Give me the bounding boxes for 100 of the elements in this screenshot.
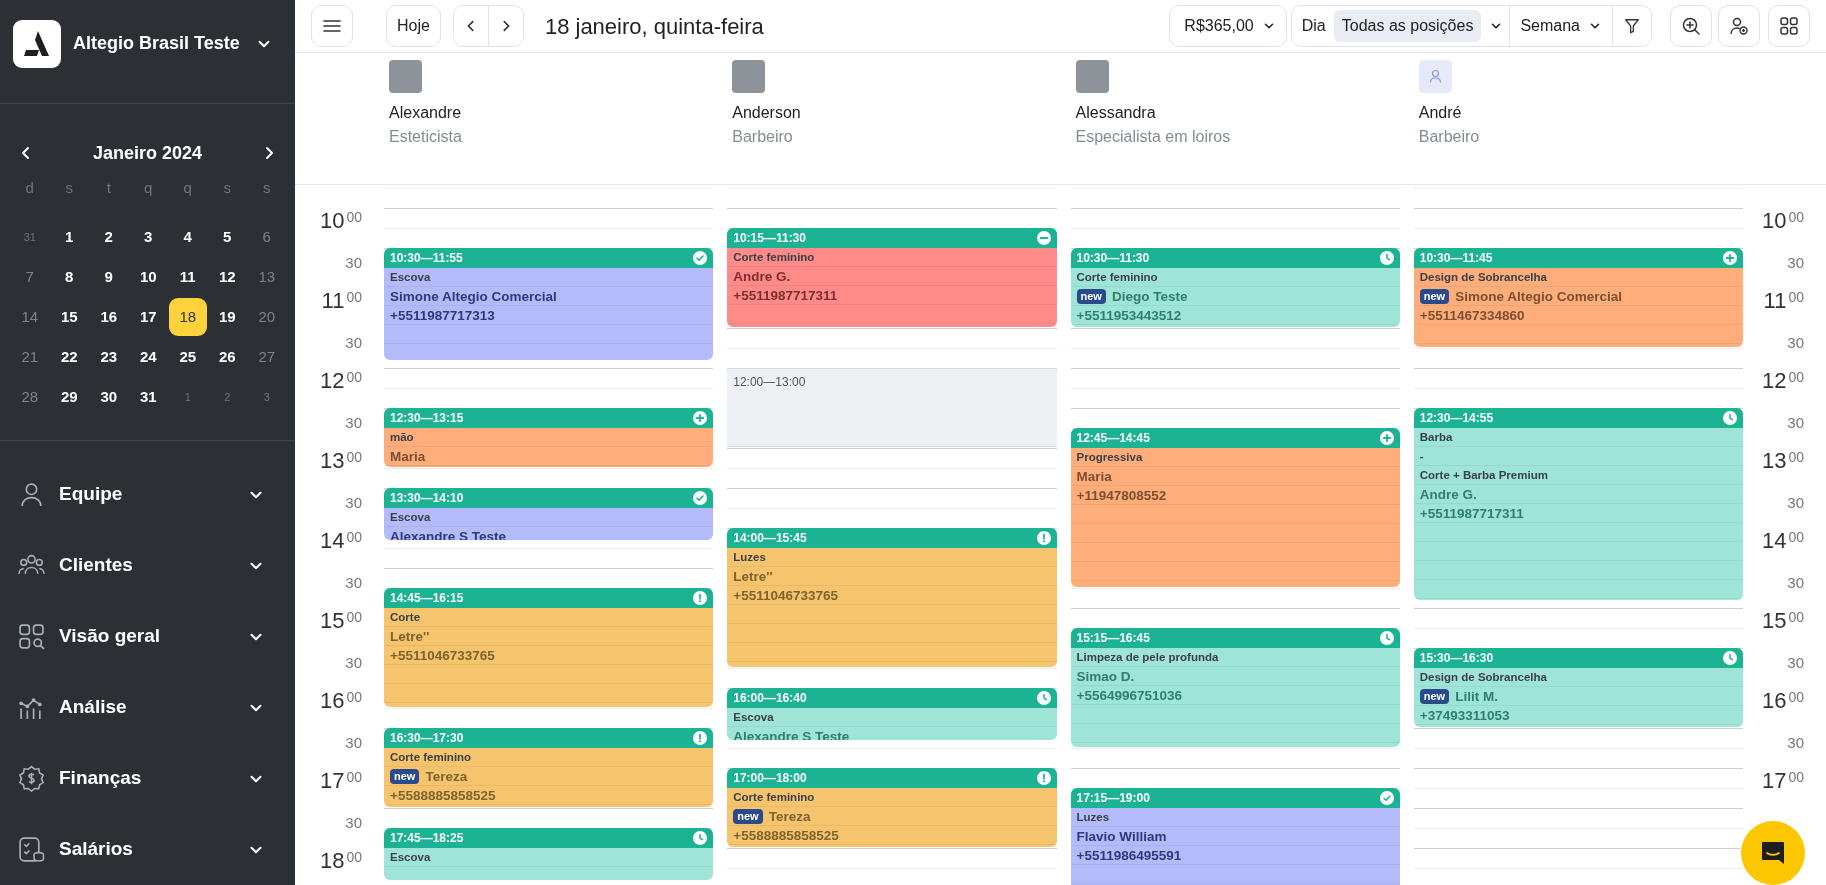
- appointment-card[interactable]: 14:45—16:15 Corte Letre'' +5511046733765: [384, 588, 714, 707]
- client-name: Letre'': [390, 628, 430, 646]
- calendar-day[interactable]: 23: [89, 338, 128, 376]
- calendar-day[interactable]: 17: [129, 298, 168, 336]
- revenue-dropdown[interactable]: R$365,00: [1169, 5, 1287, 47]
- calendar-day[interactable]: 3: [129, 218, 168, 256]
- nav-item[interactable]: Finanças: [0, 743, 295, 814]
- calendar-day[interactable]: 15: [50, 298, 89, 336]
- calendar-day[interactable]: 16: [89, 298, 128, 336]
- nav-item[interactable]: Equipe: [0, 459, 295, 530]
- client-name: Maria: [390, 448, 426, 466]
- client-name: Alexandre S Teste: [390, 528, 507, 541]
- weekday-label: s: [263, 179, 271, 196]
- hour-label: 14: [1761, 530, 1787, 552]
- weekday-label: t: [106, 179, 111, 196]
- appointment-time: 13:30—14:10: [390, 490, 464, 507]
- calendar-day[interactable]: 22: [50, 338, 89, 376]
- logo-icon: [13, 19, 61, 68]
- service-name: -: [1419, 449, 1424, 464]
- calendar-day[interactable]: 12: [208, 258, 247, 296]
- appointment-time: 10:30—11:45: [1419, 250, 1493, 267]
- calendar-day[interactable]: 9: [89, 258, 128, 296]
- client-phone: +37493311053: [1419, 707, 1510, 725]
- service-name: Design de Sobrancelha: [1419, 270, 1547, 285]
- calendar-day[interactable]: 30: [89, 378, 128, 416]
- client-phone: +5511046733765: [733, 587, 838, 605]
- position-filter[interactable]: Todas as posições: [1333, 10, 1482, 42]
- appointment-card[interactable]: 12:45—14:45 Progressiva Maria +11947808552: [1070, 428, 1400, 587]
- calendar-day[interactable]: 4: [168, 218, 207, 256]
- service-name: Escova: [733, 710, 774, 725]
- appointment-card[interactable]: 10:30—11:45 Design de Sobrancelha new Simone Altegio Comercial +5511467334860: [1413, 248, 1743, 347]
- calendar-day[interactable]: 2: [89, 218, 128, 256]
- appointment-card[interactable]: 17:15—19:00 Luzes Flavio William +5511986495591: [1070, 788, 1400, 885]
- nav-item-label: Clientes: [59, 553, 134, 578]
- service-name: Corte + Barba Premium: [1419, 468, 1548, 483]
- appointment-card[interactable]: 14:00—15:45 Luzes Letre'' +5511046733765: [727, 528, 1057, 667]
- client-phone: +11947808552: [1076, 487, 1167, 505]
- today-button[interactable]: Hoje: [386, 5, 441, 47]
- menu-button[interactable]: [311, 5, 353, 47]
- filter-icon: [1623, 17, 1641, 35]
- calendar-day[interactable]: 20: [247, 298, 286, 336]
- client-name: Maria: [1076, 468, 1112, 486]
- minute-label: 30: [345, 574, 362, 592]
- appointment-card[interactable]: 13:30—14:10 Escova Alexandre S Teste: [384, 488, 714, 541]
- nav-item[interactable]: Análise: [0, 672, 295, 743]
- hour-label: 12: [1761, 370, 1787, 392]
- calendar-day[interactable]: 5: [208, 218, 247, 256]
- calendar-day[interactable]: 21: [10, 338, 49, 376]
- client-name: Simao D.: [1076, 668, 1135, 686]
- nav-item-label: Análise: [59, 695, 128, 720]
- appointment-card[interactable]: 12:30—13:15 mão Maria: [384, 408, 714, 467]
- hour-label: 17: [319, 770, 345, 792]
- calendar-day[interactable]: 18: [168, 298, 207, 336]
- service-name: Barba: [1419, 430, 1453, 445]
- calendar-day[interactable]: 1: [50, 218, 89, 256]
- client-phone: +5511987717311: [733, 287, 838, 305]
- calendar-day[interactable]: 26: [208, 338, 247, 376]
- nav-item[interactable]: Salários: [0, 814, 295, 885]
- appointment-card[interactable]: 17:45—18:25 Escova: [384, 828, 714, 881]
- apps-button[interactable]: [1768, 5, 1810, 47]
- appointment-time: 10:15—11:30: [733, 230, 806, 247]
- staff-name: Anderson: [732, 103, 801, 123]
- appointment-card[interactable]: 15:15—16:45 Limpeza de pele profunda Simao D. +5564996751036: [1070, 628, 1400, 747]
- calendar-day[interactable]: 24: [129, 338, 168, 376]
- service-name: Design de Sobrancelha: [1419, 670, 1547, 685]
- calendar-day[interactable]: 28: [10, 378, 49, 416]
- minute-label: 30: [345, 654, 362, 672]
- appointment-card[interactable]: 16:00—16:40 Escova Alexandre S Teste: [727, 688, 1057, 741]
- service-name: Luzes: [733, 550, 766, 565]
- appointment-time: 10:30—11:30: [1076, 250, 1150, 267]
- minute-label: 30: [1787, 334, 1804, 352]
- appointment-card[interactable]: 10:30—11:55 Escova Simone Altegio Comercial +5511987717313: [384, 248, 714, 361]
- nav-item[interactable]: Visão geral: [0, 601, 295, 672]
- zoom-in-icon: [1681, 16, 1701, 36]
- minute-label: 30: [1787, 654, 1804, 672]
- appointment-card[interactable]: 17:00—18:00 Corte feminino new Tereza +5588885858525: [727, 768, 1057, 847]
- calendar-day[interactable]: 25: [168, 338, 207, 376]
- appointment-card[interactable]: 10:30—11:30 Corte feminino new Diego Teste +5511953443512: [1070, 248, 1400, 327]
- minute-label: 30: [1787, 734, 1804, 752]
- hour-label: 13: [319, 450, 345, 472]
- calendar-day[interactable]: 31: [129, 378, 168, 416]
- calendar-day[interactable]: 29: [50, 378, 89, 416]
- service-name: Escova: [390, 850, 431, 865]
- minute-label: 00: [346, 850, 362, 864]
- nav-item-label: Visão geral: [59, 624, 162, 649]
- nav-item[interactable]: Clientes: [0, 530, 295, 601]
- appointment-time: 14:00—15:45: [733, 530, 807, 547]
- hour-label: 10: [319, 210, 345, 232]
- calendar-day[interactable]: 10: [129, 258, 168, 296]
- appointment-card[interactable]: 16:30—17:30 Corte feminino new Tereza +5588885858525: [384, 728, 714, 807]
- calendar-day[interactable]: 8: [50, 258, 89, 296]
- zoom-button[interactable]: [1670, 5, 1712, 47]
- appointment-card[interactable]: 12:30—14:55 Barba - Corte + Barba Premium Andre G. +5511987717311: [1413, 408, 1743, 601]
- service-name: Escova: [390, 510, 431, 525]
- calendar-day[interactable]: 19: [208, 298, 247, 336]
- calendar-day[interactable]: 6: [247, 218, 286, 256]
- appointment-card[interactable]: 10:15—11:30 Corte feminino Andre G. +5511987717311: [727, 228, 1057, 327]
- appointment-card[interactable]: 15:30—16:30 Design de Sobrancelha new Lilit M. +37493311053: [1413, 648, 1743, 727]
- add-staff-button[interactable]: [1718, 5, 1760, 47]
- calendar-day[interactable]: 11: [168, 258, 207, 296]
